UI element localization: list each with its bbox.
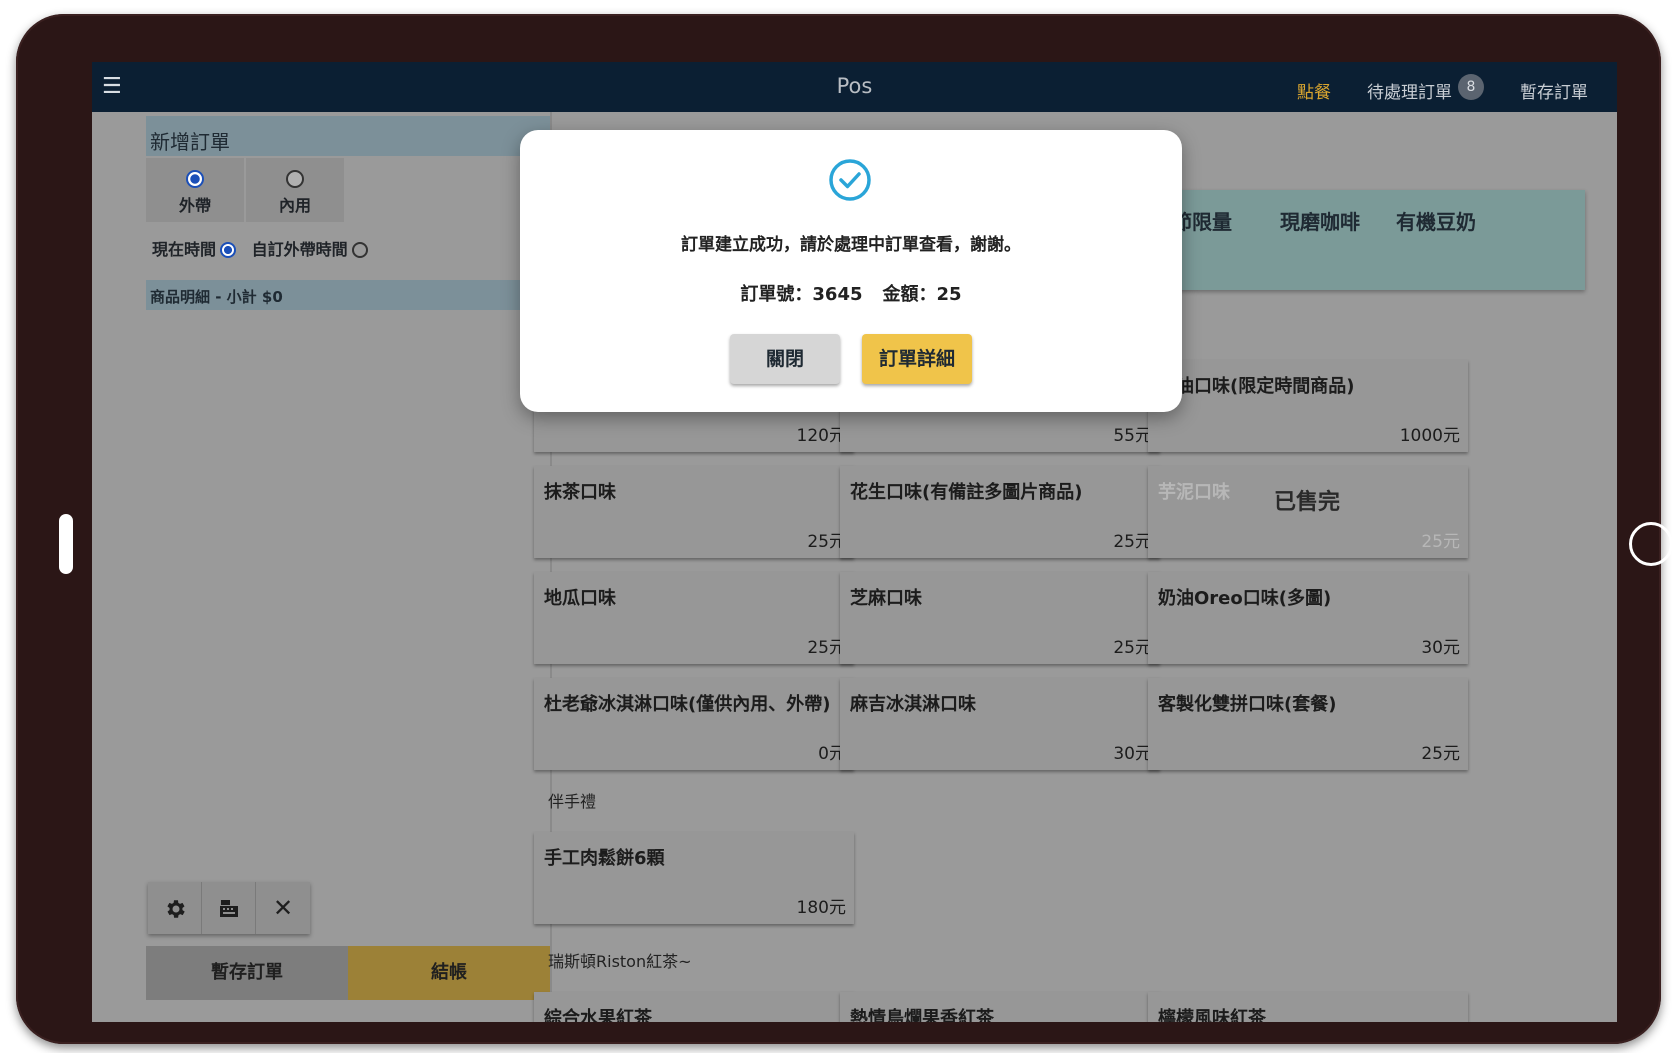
time-selector: 現在時間 自訂外帶時間 — [152, 236, 378, 260]
order-success-dialog: 訂單建立成功，請於處理中訂單查看，謝謝。 訂單號：3645 金額：25 關閉 訂單… — [520, 130, 1182, 412]
tablet-side-button — [59, 514, 73, 574]
tab-soy-milk[interactable]: 有機豆奶 — [1396, 206, 1476, 235]
product-card[interactable]: 奶油Oreo口味(多圖) 30元 — [1148, 572, 1468, 664]
product-price: 180元 — [796, 898, 846, 918]
nav-draft-orders[interactable]: 暫存訂單 — [1520, 78, 1588, 103]
product-price: 30元 — [1421, 638, 1460, 658]
product-price: 30元 — [1113, 744, 1152, 764]
product-name: 芋泥口味 — [1158, 482, 1230, 503]
product-card[interactable]: 花生口味(有備註多圖片商品) 25元 — [840, 466, 1160, 558]
soldout-label: 已售完 — [1274, 490, 1341, 515]
product-price: 25元 — [1113, 638, 1152, 658]
section-title-tea: 瑞斯頓Riston紅茶~ — [548, 952, 692, 971]
items-subtotal-header: 商品明細 - 小計 $0 — [146, 280, 550, 310]
radio-time-now[interactable] — [220, 242, 237, 258]
order-amount: 金額：25 — [882, 284, 962, 305]
order-panel: 新增訂單 外帶 內用 現在時間 自訂外帶時間 商品明細 - 小計 $0 ✕ 暫存… — [92, 112, 550, 1022]
product-name: 麻吉冰淇淋口味 — [850, 694, 976, 715]
top-navigation-bar: ☰ Pos 點餐 待處理訂單 8 暫存訂單 — [92, 62, 1617, 112]
product-name: 檸檬風味紅茶 — [1158, 1008, 1266, 1022]
product-card-soldout: 芋泥口味 已售完 25元 — [1148, 466, 1468, 558]
product-name: 奶油口味(限定時間商品) — [1158, 376, 1355, 397]
product-name: 手工肉鬆餅6顆 — [544, 848, 665, 869]
product-name: 綜合水果紅茶 — [544, 1008, 652, 1022]
tablet-frame: ☰ Pos 點餐 待處理訂單 8 暫存訂單 新增訂單 外帶 內用 現在時間 自訂… — [16, 14, 1673, 1044]
product-name: 杜老爺冰淇淋口味(僅供內用、外帶) — [544, 694, 831, 715]
product-price: 120元 — [796, 426, 846, 446]
gear-icon — [166, 900, 185, 918]
settings-button[interactable] — [148, 882, 202, 934]
pending-count-badge: 8 — [1458, 74, 1484, 100]
product-card[interactable]: 芝麻口味 25元 — [840, 572, 1160, 664]
radio-time-custom[interactable] — [351, 242, 368, 258]
product-name: 抹茶口味 — [544, 482, 616, 503]
order-detail-button[interactable]: 訂單詳細 — [862, 334, 972, 384]
product-name: 熱情鳥爛果香紅茶 — [850, 1008, 994, 1022]
order-number: 訂單號：3645 — [740, 284, 863, 305]
product-name: 花生口味(有備註多圖片商品) — [850, 482, 1083, 503]
check-circle-icon — [829, 159, 871, 201]
cash-register-button[interactable] — [202, 882, 256, 934]
product-card[interactable]: 檸檬風味紅茶 — [1148, 992, 1468, 1022]
product-card[interactable]: 杜老爺冰淇淋口味(僅供內用、外帶) 0元 — [534, 678, 854, 770]
time-now-label: 現在時間 — [152, 240, 217, 259]
product-card[interactable]: 綜合水果紅茶 — [534, 992, 854, 1022]
option-dinein[interactable]: 內用 — [246, 158, 344, 222]
product-price: 25元 — [1421, 744, 1460, 764]
product-name: 奶油Oreo口味(多圖) — [1158, 588, 1332, 609]
product-card[interactable]: 手工肉鬆餅6顆 180元 — [534, 832, 854, 924]
radio-dinein[interactable] — [286, 170, 304, 188]
product-name: 芝麻口味 — [850, 588, 922, 609]
radio-takeout[interactable] — [186, 170, 204, 188]
product-price: 25元 — [1421, 532, 1460, 552]
tab-coffee[interactable]: 現磨咖啡 — [1280, 206, 1360, 235]
tool-buttons: ✕ — [148, 882, 310, 934]
product-price: 1000元 — [1399, 426, 1460, 446]
time-custom-label: 自訂外帶時間 — [251, 240, 348, 259]
new-order-header: 新增訂單 — [146, 116, 550, 156]
checkout-button[interactable]: 結帳 — [348, 946, 550, 1000]
product-card[interactable]: 麻吉冰淇淋口味 30元 — [840, 678, 1160, 770]
product-name: 地瓜口味 — [544, 588, 616, 609]
close-icon[interactable]: ✕ — [256, 882, 310, 934]
save-draft-button[interactable]: 暫存訂單 — [146, 946, 348, 1000]
product-name: 客製化雙拼口味(套餐) — [1158, 694, 1337, 715]
product-price: 25元 — [1113, 532, 1152, 552]
option-takeout-label: 外帶 — [178, 196, 211, 215]
product-card[interactable]: 抹茶口味 25元 — [534, 466, 854, 558]
section-title-gift: 伴手禮 — [548, 792, 597, 811]
option-takeout[interactable]: 外帶 — [146, 158, 244, 222]
product-card[interactable]: 奶油口味(限定時間商品) 1000元 — [1148, 360, 1468, 452]
success-message: 訂單建立成功，請於處理中訂單查看，謝謝。 — [681, 235, 1021, 255]
product-card[interactable]: 客製化雙拼口味(套餐) 25元 — [1148, 678, 1468, 770]
nav-order[interactable]: 點餐 — [1297, 78, 1331, 103]
order-info: 訂單號：3645 金額：25 — [520, 280, 1182, 306]
product-card[interactable]: 地瓜口味 25元 — [534, 572, 854, 664]
option-dinein-label: 內用 — [278, 196, 311, 215]
close-button[interactable]: 關閉 — [730, 334, 840, 384]
product-card[interactable]: 熱情鳥爛果香紅茶 — [840, 992, 1160, 1022]
tablet-home-button — [1629, 522, 1673, 566]
cash-register-icon — [219, 900, 238, 917]
nav-pending-orders[interactable]: 待處理訂單 — [1367, 78, 1452, 103]
product-price: 55元 — [1113, 426, 1152, 446]
